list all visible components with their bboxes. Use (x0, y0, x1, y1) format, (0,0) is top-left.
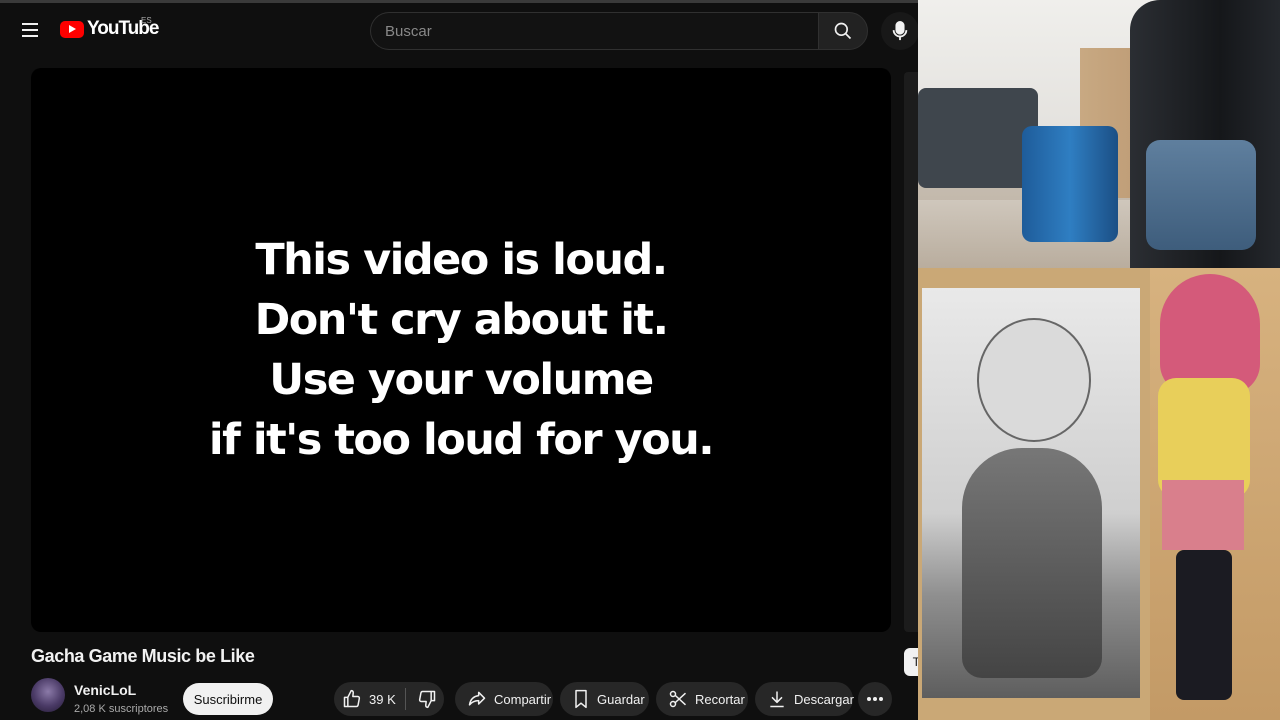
like-dislike-group: 39 K (334, 682, 444, 716)
manga-character-head (977, 318, 1091, 442)
voice-search-button[interactable] (881, 12, 919, 50)
video-frame-text: This video is loud. Don't cry about it. … (208, 230, 715, 470)
more-actions-button[interactable] (858, 682, 892, 716)
save-button[interactable]: Guardar (560, 682, 649, 716)
search-box (370, 12, 818, 50)
video-player[interactable]: This video is loud. Don't cry about it. … (31, 68, 891, 632)
channel-name[interactable]: VenicLoL (74, 682, 136, 698)
frame-text-line: Use your volume (269, 355, 654, 405)
like-button[interactable]: 39 K (334, 682, 396, 716)
anime-character-skirt (1162, 480, 1244, 550)
subscribe-button[interactable]: Suscribirme (183, 683, 273, 715)
like-count: 39 K (369, 691, 396, 707)
bookmark-icon (575, 689, 587, 709)
share-icon (468, 691, 486, 706)
share-button[interactable]: Compartir (455, 682, 553, 716)
frame-text-line: This video is loud. (255, 235, 668, 285)
play-logo-icon (60, 20, 84, 38)
anime-character (1150, 268, 1280, 720)
clip-label: Recortar (695, 691, 745, 707)
clip-button[interactable]: Recortar (656, 682, 748, 716)
dislike-button[interactable] (406, 682, 437, 716)
anime-overlay-image (918, 268, 1280, 720)
download-icon (770, 691, 784, 708)
thumbs-down-icon (418, 690, 435, 709)
share-label: Compartir (494, 691, 552, 707)
search-button[interactable] (818, 12, 868, 50)
manga-panel (922, 288, 1140, 698)
webcam-sofa (918, 88, 1038, 188)
subscriber-count: 2,08 K suscriptores (74, 703, 169, 715)
secondary-column-peek (904, 72, 918, 632)
webcam-overlay (918, 0, 1280, 268)
webcam-blue-drum (1022, 126, 1118, 242)
webcam-clothing (1146, 140, 1256, 250)
download-label: Descargar (794, 691, 854, 707)
manga-character-body (962, 448, 1102, 678)
menu-icon-bar (22, 29, 38, 31)
menu-icon (22, 23, 38, 25)
thumbs-up-icon (343, 689, 361, 708)
video-title: Gacha Game Music be Like (31, 646, 255, 666)
anime-character-legs (1176, 550, 1232, 700)
menu-icon-bar (22, 35, 38, 37)
search-input[interactable] (371, 13, 818, 49)
anime-character-hair (1160, 274, 1260, 394)
mic-icon (892, 21, 908, 41)
logo-region-code: ES (141, 16, 152, 25)
menu-button[interactable] (14, 14, 46, 46)
frame-text-line: if it's too loud for you. (208, 415, 715, 465)
download-button[interactable]: Descargar (755, 682, 854, 716)
save-label: Guardar (597, 691, 645, 707)
masthead: YouTube ES (0, 3, 919, 59)
frame-text-line: Don't cry about it. (254, 295, 669, 345)
more-horizontal-icon (867, 697, 883, 701)
channel-avatar[interactable] (31, 678, 65, 712)
scissors-icon (669, 690, 687, 708)
search-icon (834, 22, 852, 40)
